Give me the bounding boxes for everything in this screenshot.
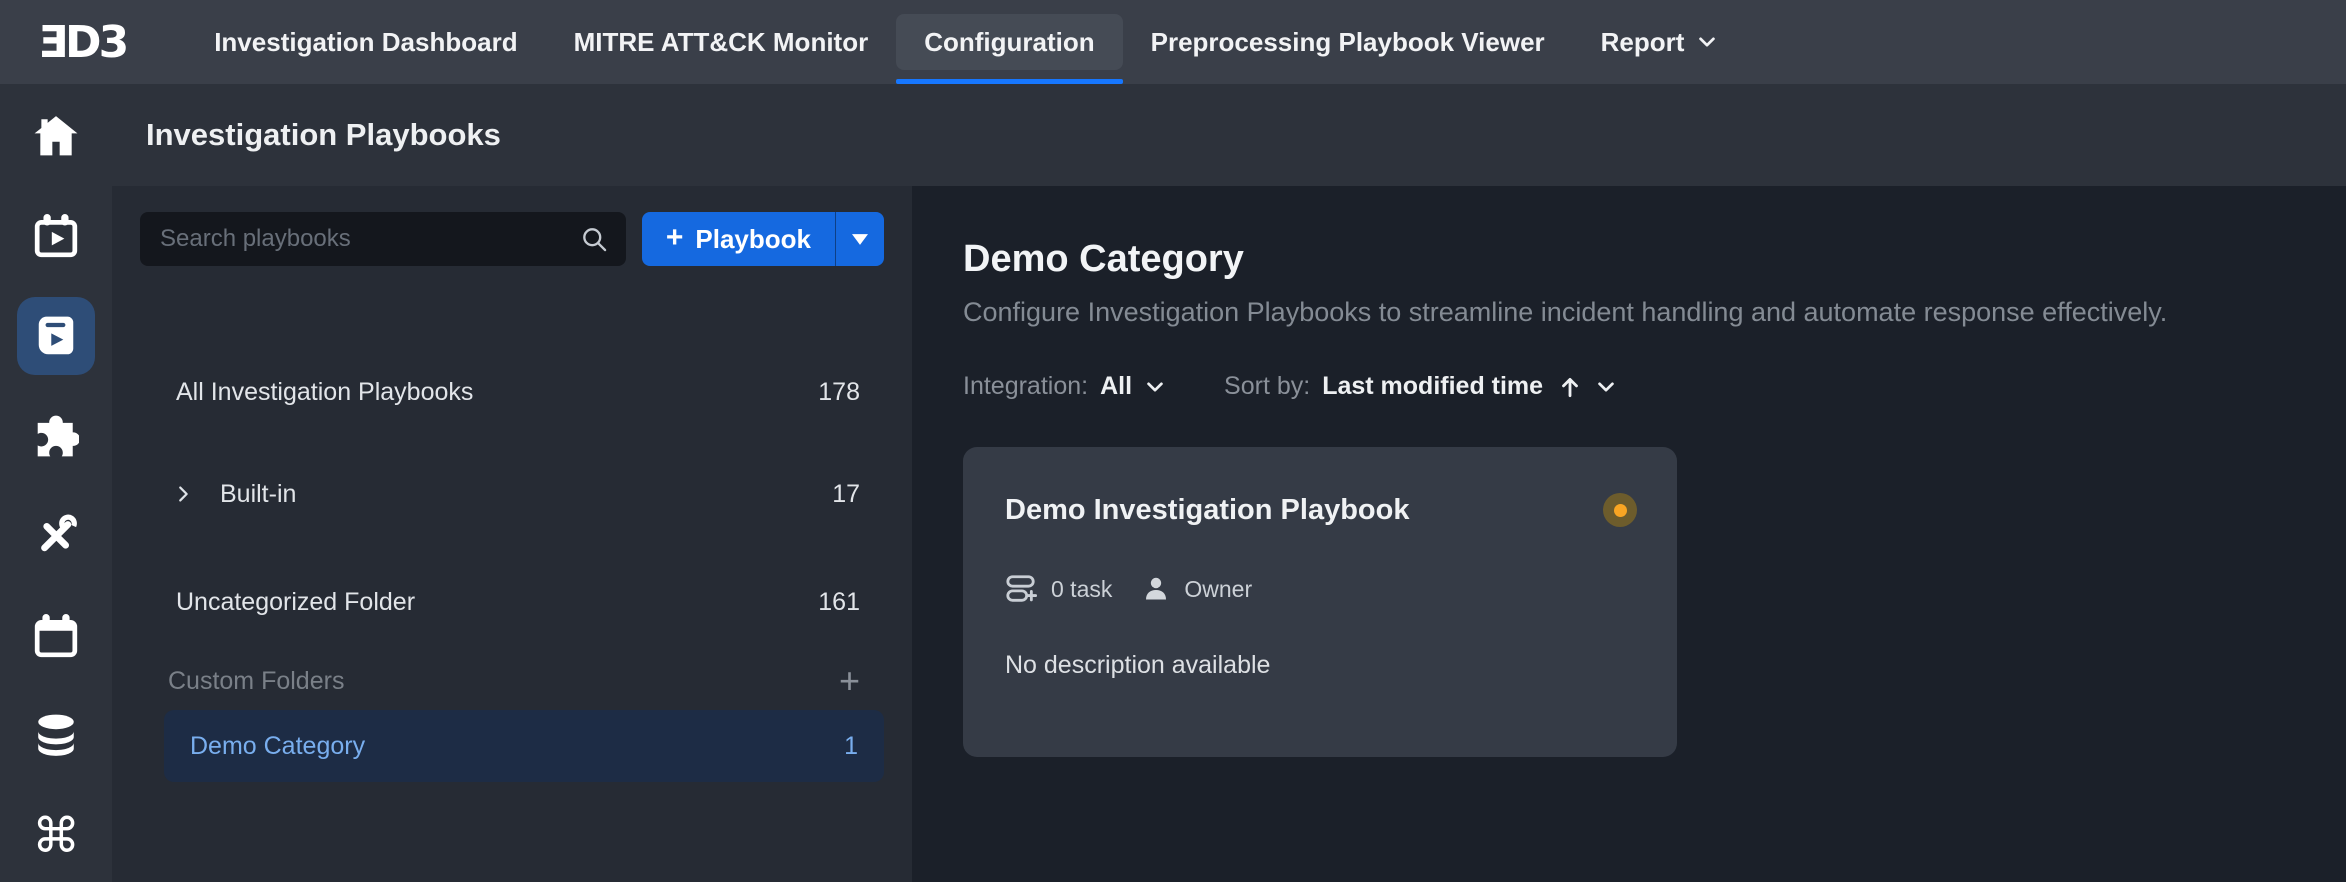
- folder-count: 161: [818, 588, 860, 617]
- nav-label: Configuration: [924, 27, 1094, 58]
- sort-ascending-icon[interactable]: [1557, 374, 1583, 400]
- chevron-down-icon: [1696, 31, 1718, 53]
- owner-icon: [1142, 575, 1170, 603]
- chevron-down-icon[interactable]: [1595, 376, 1617, 398]
- folder-label: All Investigation Playbooks: [176, 378, 473, 407]
- folder-row-all-investigation-playbooks[interactable]: All Investigation Playbooks 178: [140, 356, 884, 428]
- main-content: Demo Category Configure Investigation Pl…: [912, 186, 2346, 882]
- new-playbook-label: Playbook: [695, 224, 811, 255]
- page-header: Investigation Playbooks: [112, 84, 2346, 186]
- command-icon[interactable]: ⌘: [17, 797, 95, 875]
- d3-logo[interactable]: ƎD3: [38, 17, 126, 68]
- nav-label: Report: [1601, 27, 1685, 58]
- folder-count: 17: [832, 480, 860, 509]
- nav-report[interactable]: Report: [1573, 14, 1747, 70]
- top-nav-bar: ƎD3 Investigation Dashboard MITRE ATT&CK…: [0, 0, 2346, 84]
- nav-label: Preprocessing Playbook Viewer: [1151, 27, 1545, 58]
- task-count: 0 task: [1051, 576, 1112, 603]
- nav-configuration[interactable]: Configuration: [896, 14, 1122, 70]
- custom-folders-label: Custom Folders: [168, 667, 344, 696]
- tools-icon[interactable]: [17, 497, 95, 575]
- database-icon[interactable]: [17, 697, 95, 775]
- folder-row-demo-category[interactable]: Demo Category 1: [164, 710, 884, 782]
- page-title: Investigation Playbooks: [146, 117, 501, 153]
- playbook-book-icon[interactable]: [17, 297, 95, 375]
- folder-count: 1: [844, 732, 858, 761]
- tasks-icon: [1005, 573, 1037, 605]
- icon-sidebar: ⌘: [0, 84, 112, 882]
- search-icon: [580, 225, 608, 253]
- custom-folders-header: Custom Folders +: [140, 652, 884, 710]
- search-input[interactable]: [160, 225, 580, 253]
- nav-mitre-attck-monitor[interactable]: MITRE ATT&CK Monitor: [546, 14, 897, 70]
- dropdown-triangle-icon: [852, 234, 868, 245]
- folder-row-built-in[interactable]: Built-in 17: [140, 458, 884, 530]
- nav-label: MITRE ATT&CK Monitor: [574, 27, 869, 58]
- chevron-right-icon[interactable]: [172, 483, 194, 505]
- playbook-card-demo-investigation-playbook[interactable]: Demo Investigation Playbook 0 task: [963, 447, 1677, 757]
- folder-row-uncategorized[interactable]: Uncategorized Folder 161: [140, 566, 884, 638]
- owner-label: Owner: [1184, 576, 1252, 603]
- chevron-down-icon[interactable]: [1144, 376, 1166, 398]
- folder-list: All Investigation Playbooks 178 Built-in…: [140, 356, 884, 782]
- integration-filter-label: Integration:: [963, 372, 1088, 401]
- folder-label: Uncategorized Folder: [176, 588, 415, 617]
- category-subtitle: Configure Investigation Playbooks to str…: [963, 297, 2286, 328]
- plus-icon: +: [666, 223, 684, 253]
- sort-by-label: Sort by:: [1224, 372, 1310, 401]
- status-badge: [1603, 493, 1637, 527]
- nav-label: Investigation Dashboard: [214, 27, 517, 58]
- playbook-folder-panel: + Playbook All Investigation Playbooks 1…: [112, 186, 912, 882]
- new-playbook-dropdown-button[interactable]: [836, 212, 884, 266]
- nav-investigation-dashboard[interactable]: Investigation Dashboard: [186, 14, 545, 70]
- folder-label: Built-in: [220, 480, 296, 509]
- new-playbook-button[interactable]: + Playbook: [642, 212, 836, 266]
- integration-filter-value[interactable]: All: [1100, 372, 1132, 401]
- folder-count: 178: [818, 378, 860, 407]
- add-folder-button[interactable]: +: [839, 663, 860, 699]
- filter-row: Integration: All Sort by: Last modified …: [963, 372, 2286, 401]
- puzzle-icon[interactable]: [17, 397, 95, 475]
- home-icon[interactable]: [17, 97, 95, 175]
- folder-label: Demo Category: [190, 732, 365, 761]
- calendar-play-icon[interactable]: [17, 197, 95, 275]
- category-title: Demo Category: [963, 238, 2286, 281]
- nav-preprocessing-playbook-viewer[interactable]: Preprocessing Playbook Viewer: [1123, 14, 1573, 70]
- calendar-icon[interactable]: [17, 597, 95, 675]
- search-box: [140, 212, 626, 266]
- sort-by-value[interactable]: Last modified time: [1322, 372, 1543, 401]
- playbook-card-title: Demo Investigation Playbook: [1005, 494, 1409, 527]
- status-dot: [1614, 504, 1627, 517]
- new-playbook-split-button: + Playbook: [642, 212, 884, 266]
- playbook-description: No description available: [1005, 651, 1637, 680]
